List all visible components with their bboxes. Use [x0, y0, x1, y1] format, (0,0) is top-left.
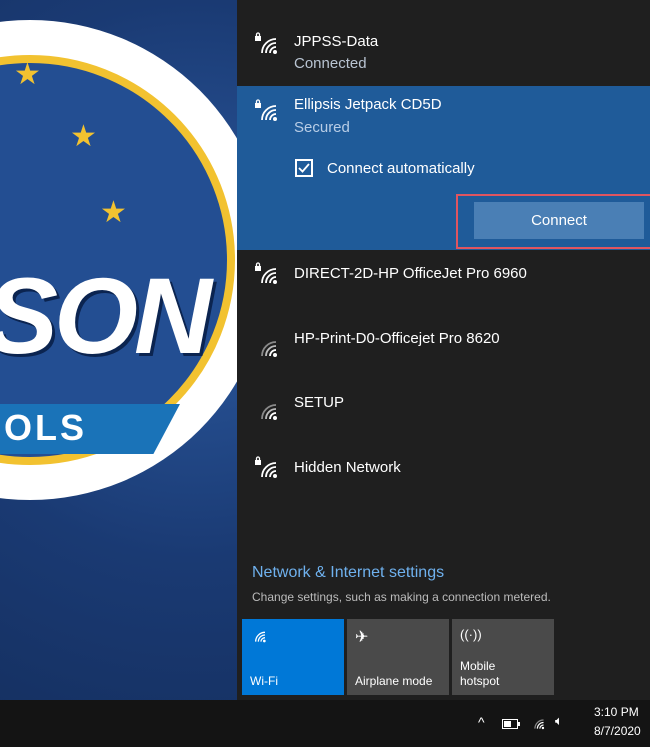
network-name: SETUP — [294, 394, 345, 411]
chevron-up-icon[interactable]: ^ — [478, 714, 485, 730]
network-item-hp-print-d0[interactable]: HP-Print-D0-Officejet Pro 8620 — [237, 318, 650, 378]
taskbar — [0, 700, 650, 747]
network-item-hidden-network[interactable]: Hidden Network — [237, 447, 650, 507]
network-item-jppss-data[interactable]: JPPSS-Data Connected — [237, 22, 650, 82]
star-icon: ★ — [100, 196, 127, 229]
wallpaper-ribbon-text: OLS — [4, 407, 88, 448]
network-settings-description: Change settings, such as making a connec… — [252, 590, 551, 604]
network-name: JPPSS-Data — [294, 33, 379, 50]
network-name: Ellipsis Jetpack CD5D — [294, 96, 442, 113]
network-name: Hidden Network — [294, 459, 401, 476]
connect-button[interactable]: Connect — [474, 202, 644, 239]
wifi-secured-icon — [255, 99, 277, 121]
network-status: Connected — [294, 55, 367, 72]
airplane-mode-tile[interactable]: ✈ Airplane mode — [347, 619, 449, 695]
network-internet-settings-link[interactable]: Network & Internet settings — [252, 564, 444, 582]
battery-icon[interactable] — [502, 719, 520, 729]
airplane-icon: ✈ — [355, 629, 369, 646]
wallpaper-logo-text: SON — [0, 255, 212, 376]
star-icon: ★ — [14, 58, 41, 91]
hotspot-label-line2: hotspot — [460, 674, 500, 688]
wifi-tile-label: Wi-Fi — [250, 674, 278, 688]
wifi-toggle-tile[interactable]: Wi-Fi — [242, 619, 344, 695]
mobile-hotspot-tile[interactable]: ((·)) Mobile hotspot — [452, 619, 554, 695]
hotspot-tile-label: Mobile hotspot — [460, 659, 499, 689]
network-status: Secured — [294, 119, 350, 136]
wifi-open-icon — [261, 404, 277, 420]
hotspot-label-line1: Mobile — [460, 659, 496, 673]
wifi-icon — [255, 631, 266, 643]
checkmark-icon — [298, 163, 310, 173]
wifi-open-icon — [261, 341, 277, 357]
network-item-setup[interactable]: SETUP — [237, 383, 650, 443]
network-name: DIRECT-2D-HP OfficeJet Pro 6960 — [294, 265, 527, 282]
star-icon: ★ — [70, 120, 97, 153]
airplane-tile-label: Airplane mode — [355, 674, 433, 688]
network-item-direct-2d-hp[interactable]: DIRECT-2D-HP OfficeJet Pro 6960 — [237, 252, 650, 312]
volume-icon[interactable]: 🔈︎ — [555, 713, 563, 729]
clock-date[interactable]: 8/7/2020 — [594, 724, 641, 738]
wifi-secured-icon — [255, 262, 277, 284]
connect-automatically-checkbox[interactable] — [295, 159, 313, 177]
network-flyout: JPPSS-Data Connected Ellipsis Jetpack CD… — [237, 0, 650, 700]
network-name: HP-Print-D0-Officejet Pro 8620 — [294, 330, 500, 347]
wifi-icon[interactable] — [530, 715, 546, 730]
wifi-secured-icon — [255, 456, 277, 478]
clock-time[interactable]: 3:10 PM — [594, 705, 639, 719]
hotspot-icon: ((·)) — [460, 627, 482, 642]
wifi-secured-icon — [255, 32, 277, 54]
connect-automatically-label: Connect automatically — [327, 160, 475, 177]
